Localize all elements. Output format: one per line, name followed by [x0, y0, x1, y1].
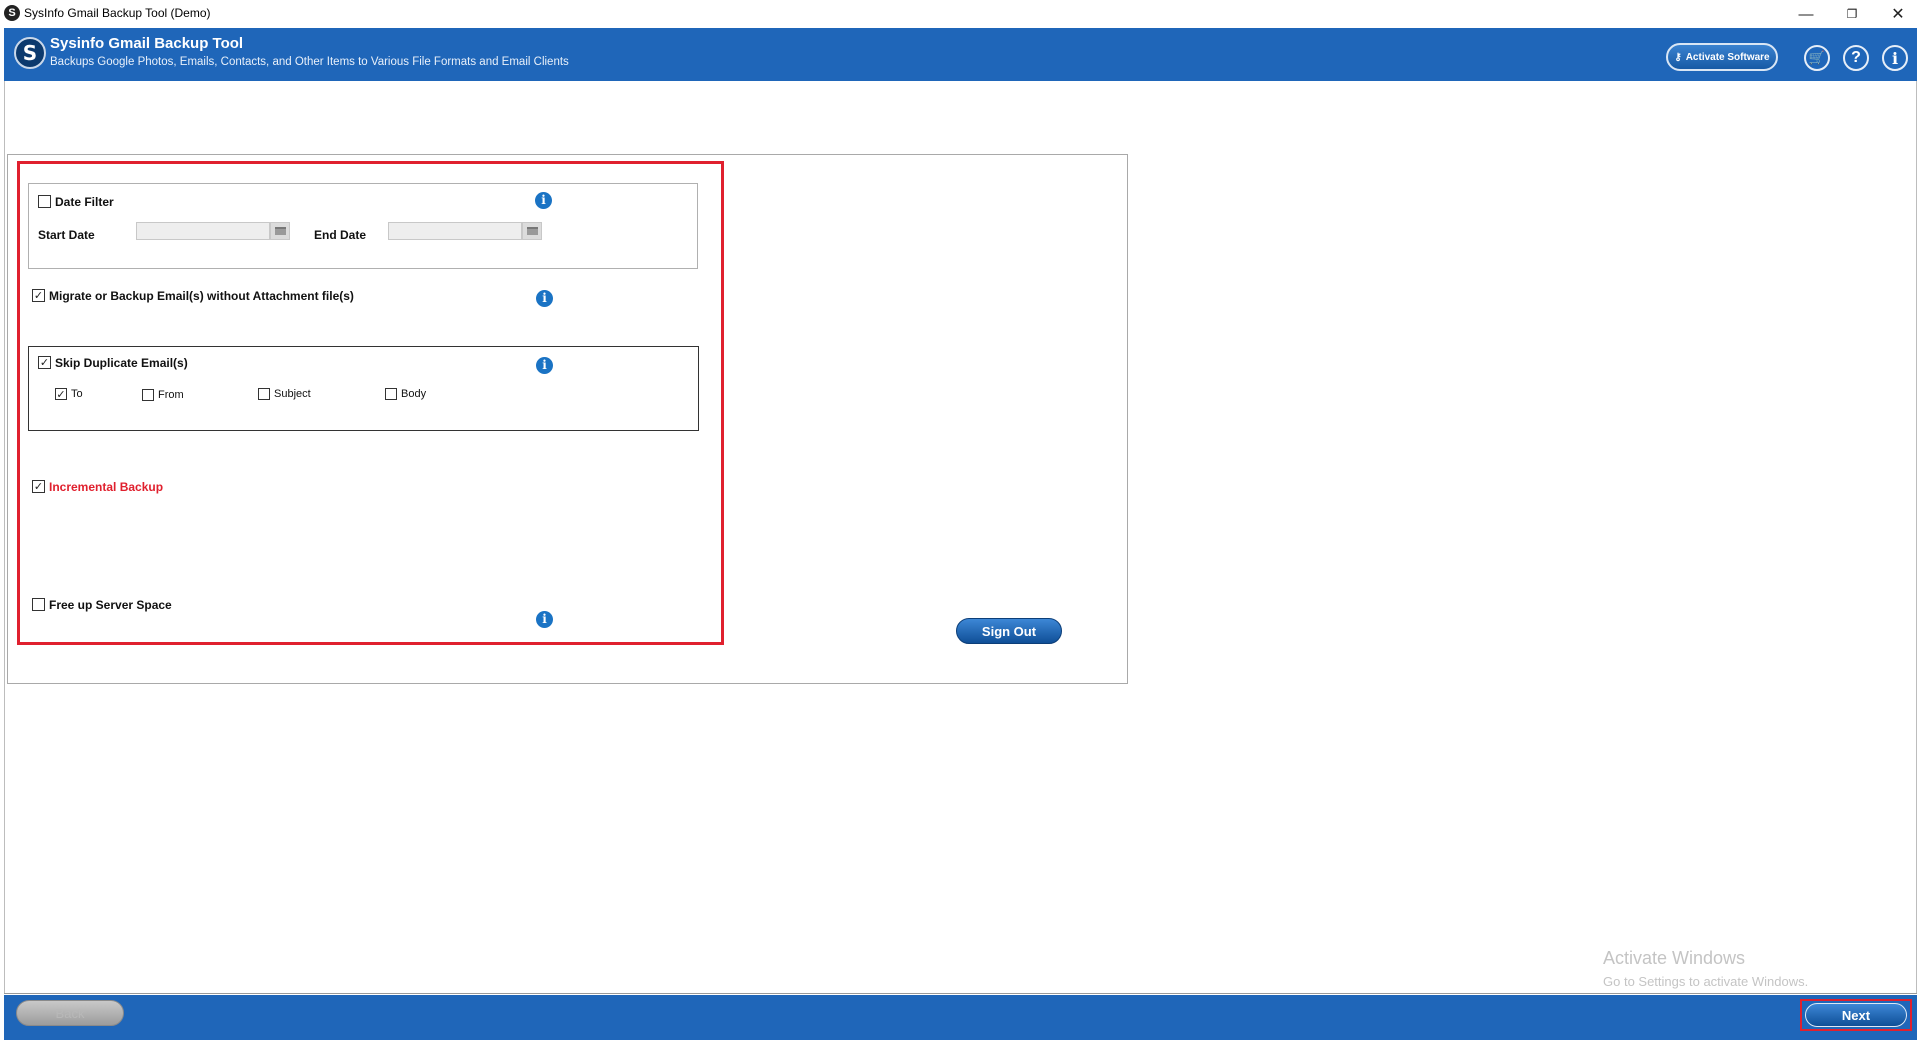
dup-from-checkbox[interactable] [142, 389, 154, 401]
cart-icon[interactable]: 🛒 [1804, 45, 1830, 71]
free-server-space-label: Free up Server Space [49, 598, 172, 612]
window-title: SysInfo Gmail Backup Tool (Demo) [24, 6, 211, 20]
close-button[interactable]: ✕ [1875, 0, 1920, 28]
minimize-button[interactable]: — [1783, 0, 1829, 28]
app-small-icon: S [4, 5, 20, 21]
date-filter-label: Date Filter [55, 195, 114, 209]
dup-subject-checkbox[interactable] [258, 388, 270, 400]
activate-software-label: Activate Software [1685, 51, 1770, 63]
start-date-calendar-icon[interactable] [270, 222, 290, 240]
info-icon[interactable]: i [1882, 45, 1908, 71]
window-titlebar: S SysInfo Gmail Backup Tool (Demo) — ❐ ✕ [0, 0, 1920, 28]
app-name: Sysinfo Gmail Backup Tool [50, 35, 244, 52]
date-filter-group [28, 183, 698, 269]
skip-duplicate-info-icon[interactable]: i [536, 357, 553, 374]
start-date-input[interactable] [136, 222, 270, 240]
date-filter-checkbox[interactable] [38, 195, 51, 208]
app-header: S Sysinfo Gmail Backup Tool Backups Goog… [4, 28, 1917, 81]
incremental-backup-checkbox[interactable]: ✓ [32, 480, 45, 493]
activate-software-button[interactable]: ⚷ Activate Software [1666, 43, 1778, 71]
dup-body-label: Body [401, 388, 427, 400]
skip-duplicate-checkbox[interactable]: ✓ [38, 356, 51, 369]
help-icon[interactable]: ? [1843, 45, 1869, 71]
right-border [1916, 81, 1917, 993]
start-date-label: Start Date [38, 228, 95, 242]
app-subtitle: Backups Google Photos, Emails, Contacts,… [50, 56, 569, 68]
app-footer: Back Next [4, 995, 1917, 1040]
without-attachment-info-icon[interactable]: i [536, 290, 553, 307]
free-server-space-info-icon[interactable]: i [536, 611, 553, 628]
dup-from-label: From [158, 389, 184, 401]
dup-to-label: To [71, 388, 83, 400]
dup-to-checkbox[interactable]: ✓ [55, 388, 67, 400]
next-button[interactable]: Next [1805, 1003, 1907, 1027]
skip-duplicate-label: Skip Duplicate Email(s) [55, 356, 188, 370]
next-highlight-frame: Next [1800, 999, 1912, 1031]
dup-subject-label: Subject [274, 388, 311, 400]
sysinfo-logo-icon: S [14, 37, 46, 69]
date-filter-info-icon[interactable]: i [535, 192, 552, 209]
back-button[interactable]: Back [16, 1000, 124, 1026]
left-border [4, 81, 5, 993]
without-attachment-checkbox[interactable]: ✓ [32, 289, 45, 302]
end-date-label: End Date [314, 228, 367, 242]
end-date-calendar-icon[interactable] [522, 222, 542, 240]
logo-letter: S [22, 41, 38, 65]
activate-windows-hint: Go to Settings to activate Windows. [1603, 974, 1809, 989]
footer-separator [4, 993, 1917, 994]
sign-out-button[interactable]: Sign Out [956, 618, 1062, 644]
free-server-space-checkbox[interactable] [32, 598, 45, 611]
activate-windows-watermark: Activate Windows [1603, 948, 1746, 968]
key-icon: ⚷ [1674, 51, 1682, 63]
without-attachment-label: Migrate or Backup Email(s) without Attac… [49, 289, 354, 303]
dup-body-checkbox[interactable] [385, 388, 397, 400]
end-date-input[interactable] [388, 222, 522, 240]
restore-button[interactable]: ❐ [1829, 0, 1875, 28]
incremental-backup-label: Incremental Backup [49, 480, 164, 494]
